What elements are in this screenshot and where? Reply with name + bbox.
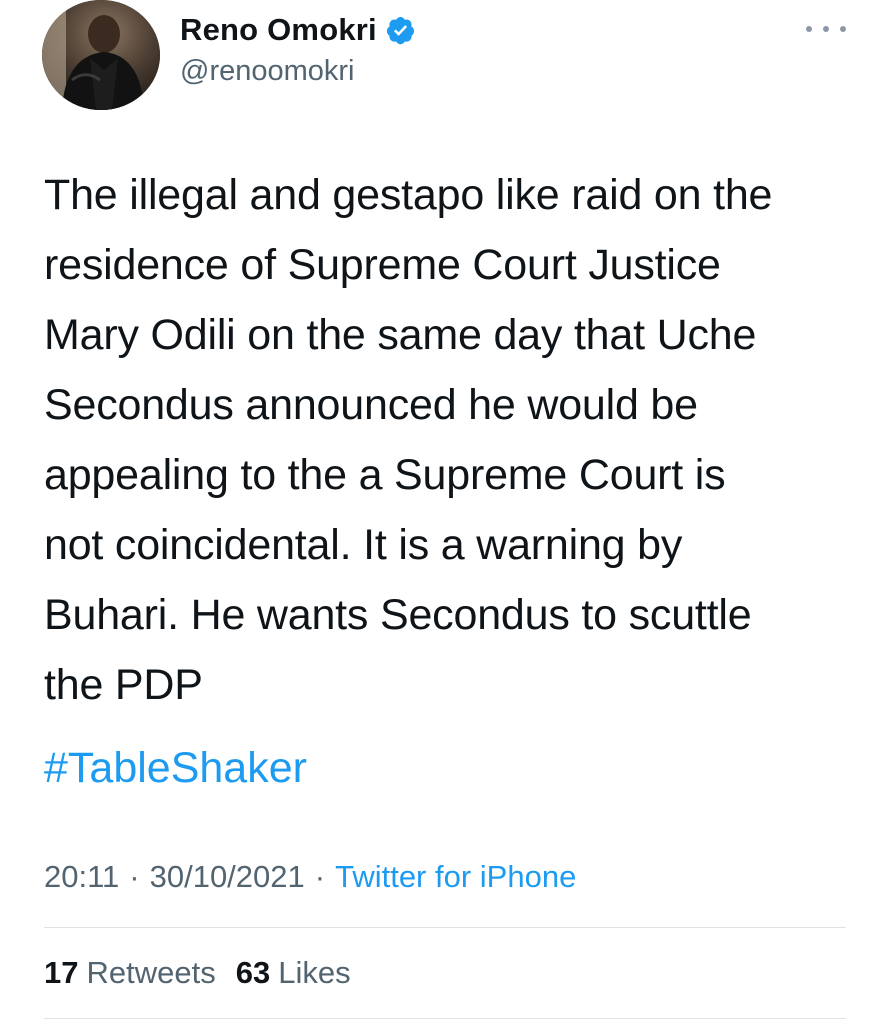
- likes-stat[interactable]: 63 Likes: [236, 955, 351, 991]
- divider: [44, 927, 846, 928]
- tweet-text-line: The illegal and gestapo like raid on the: [44, 171, 773, 219]
- tweet-text-line: appealing to the a Supreme Court is: [44, 451, 726, 499]
- tweet-time[interactable]: 20:11: [44, 859, 119, 895]
- divider: [44, 1018, 846, 1019]
- dot-icon: [823, 26, 829, 32]
- author-name-row: Reno Omokri: [180, 10, 416, 50]
- tweet-text: The illegal and gestapo like raid on the…: [44, 160, 854, 720]
- tweet-text-line: Secondus announced he would be: [44, 381, 698, 429]
- tweet-text-line: Mary Odili on the same day that Uche: [44, 311, 757, 359]
- profile-photo: [42, 0, 160, 110]
- dot-icon: [840, 26, 846, 32]
- hashtag-link[interactable]: #TableShaker: [44, 738, 307, 798]
- avatar[interactable]: [42, 0, 160, 110]
- retweets-stat[interactable]: 17 Retweets: [44, 955, 216, 991]
- tweet-text-line: not coincidental. It is a warning by: [44, 521, 683, 569]
- tweet-source-link[interactable]: Twitter for iPhone: [335, 859, 576, 895]
- retweets-count: 17: [44, 955, 79, 990]
- verified-badge-icon: [385, 15, 416, 46]
- tweet-date[interactable]: 30/10/2021: [150, 859, 305, 895]
- tweet-text-line: the PDP: [44, 661, 203, 709]
- meta-separator: ·: [129, 859, 140, 894]
- likes-label: Likes: [278, 955, 351, 990]
- tweet-text-line: residence of Supreme Court Justice: [44, 241, 721, 289]
- more-options-icon[interactable]: [806, 18, 846, 40]
- author-handle[interactable]: @renoomokri: [180, 55, 355, 88]
- tweet-meta: 20:11 · 30/10/2021 · Twitter for iPhone: [44, 855, 576, 899]
- likes-count: 63: [235, 955, 271, 990]
- tweet-detail: Reno Omokri @renoomokri The illegal and …: [0, 0, 890, 1024]
- retweets-label: Retweets: [86, 955, 216, 990]
- author-display-name[interactable]: Reno Omokri: [180, 12, 377, 48]
- tweet-text-line: Buhari. He wants Secondus to scuttle: [44, 591, 752, 639]
- meta-separator: ·: [314, 859, 326, 894]
- dot-icon: [806, 26, 812, 32]
- tweet-stats: 17 Retweets 63 Likes: [44, 950, 371, 996]
